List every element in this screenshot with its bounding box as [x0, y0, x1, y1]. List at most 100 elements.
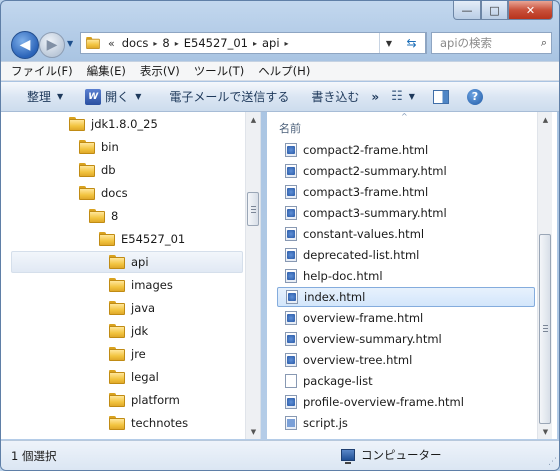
email-label: 電子メールで送信する [169, 90, 290, 104]
tree-item[interactable]: db [79, 159, 116, 181]
file-name: compact3-frame.html [303, 185, 429, 199]
tree-item[interactable]: platform [109, 389, 180, 411]
html-file-icon [285, 248, 297, 262]
scroll-thumb[interactable] [539, 234, 551, 424]
resize-grip-icon[interactable]: ⋰ [548, 457, 557, 467]
file-list-item[interactable]: compact3-frame.html [277, 182, 535, 202]
tree-item[interactable]: jre [109, 343, 146, 365]
open-button[interactable]: W 開く ▼ [85, 88, 141, 105]
navigation-pane: jdk1.8.0_25bin db docs 8 E54527_01 api images j… [1, 112, 261, 439]
close-button[interactable]: ✕ [508, 1, 553, 20]
help-icon: ? [466, 88, 483, 105]
file-list-scrollbar[interactable]: ▲ ▼ [537, 112, 552, 439]
file-list-item[interactable]: script.js [277, 413, 535, 433]
breadcrumb-item[interactable]: 8 [158, 36, 173, 50]
tree-item[interactable]: E54527_01 [99, 228, 185, 250]
menu-view[interactable]: 表示(V) [140, 63, 180, 79]
html-file-icon [285, 311, 297, 325]
minimize-button[interactable]: — [453, 1, 481, 20]
file-name: help-doc.html [303, 269, 383, 283]
tree-item-label: jre [131, 347, 146, 361]
chevron-down-icon: ▼ [135, 92, 142, 101]
tree-item[interactable]: bin [79, 136, 119, 158]
burn-button[interactable]: 書き込む [311, 88, 359, 105]
search-icon[interactable]: ⌕ [541, 36, 547, 50]
file-name: index.html [304, 290, 366, 304]
html-file-icon [285, 164, 297, 178]
file-list-item[interactable]: overview-frame.html [277, 308, 535, 328]
tree-item[interactable]: docs [79, 182, 128, 204]
breadcrumb-overflow[interactable]: « [105, 37, 118, 50]
scroll-up-arrow[interactable]: ▲ [246, 112, 260, 127]
scroll-up-arrow[interactable]: ▲ [538, 112, 553, 127]
help-button[interactable]: ? [466, 88, 483, 105]
file-list-item[interactable]: overview-tree.html [277, 350, 535, 370]
recent-pages-dropdown[interactable]: ▼ [67, 39, 73, 48]
file-name: deprecated-list.html [303, 248, 420, 262]
tree-item[interactable]: 8 [89, 205, 118, 227]
file-list-item[interactable]: package-list [277, 371, 535, 391]
tree-item[interactable]: jdk1.8.0_25 [69, 113, 158, 135]
folder-icon [109, 347, 125, 361]
menu-tools[interactable]: ツール(T) [194, 63, 245, 79]
organize-button[interactable]: 整理 ▼ [27, 88, 63, 105]
file-list-item[interactable]: overview-summary.html [277, 329, 535, 349]
file-list-item[interactable]: help-doc.html [277, 266, 535, 286]
column-header-name[interactable]: 名前 [267, 112, 542, 140]
menu-edit[interactable]: 編集(E) [87, 63, 126, 79]
tree-item[interactable]: images [109, 274, 173, 296]
file-list-item[interactable]: compact2-frame.html [277, 140, 535, 160]
search-placeholder: apiの検索 [440, 36, 493, 50]
location-label: コンピューター [361, 448, 442, 462]
breadcrumb-item[interactable]: E54527_01 [180, 36, 252, 50]
scroll-down-arrow[interactable]: ▼ [538, 424, 553, 439]
column-header-label: 名前 [279, 122, 301, 135]
breadcrumb-separator[interactable]: ▸ [284, 39, 290, 48]
more-commands-button[interactable]: » [371, 90, 379, 104]
scroll-thumb[interactable] [247, 192, 259, 226]
address-bar[interactable]: « docs ▸ 8 ▸ E54527_01 ▸ api ▸ ▼ [80, 32, 427, 54]
script-file-icon [285, 416, 297, 430]
file-name: compact2-frame.html [303, 143, 429, 157]
preview-pane-button[interactable] [432, 89, 449, 104]
file-list-item[interactable]: compact2-summary.html [277, 161, 535, 181]
maximize-button[interactable]: □ [481, 1, 508, 20]
html-file-icon [286, 290, 298, 304]
html-file-icon [285, 143, 297, 157]
tree-item-label: technotes [131, 416, 189, 430]
search-box[interactable]: apiの検索 ⌕ [431, 32, 552, 54]
breadcrumb-item[interactable]: docs [118, 36, 153, 50]
tree-item-label: bin [101, 140, 119, 154]
computer-icon [341, 449, 355, 464]
html-file-icon [285, 206, 297, 220]
file-list-item[interactable]: index.html [277, 287, 535, 307]
tree-item-label: images [131, 278, 173, 292]
forward-button[interactable]: ▶ [39, 32, 65, 58]
tree-item[interactable]: legal [109, 366, 159, 388]
file-list-item[interactable]: profile-overview-frame.html [277, 392, 535, 412]
file-name: profile-overview-frame.html [303, 395, 464, 409]
file-list-item[interactable]: compact3-summary.html [277, 203, 535, 223]
breadcrumb-item[interactable]: api [258, 36, 284, 50]
file-list-item[interactable]: deprecated-list.html [277, 245, 535, 265]
email-button[interactable]: 電子メールで送信する [169, 88, 289, 105]
tree-item[interactable]: technotes [109, 412, 188, 434]
address-dropdown-button[interactable]: ▼ [379, 33, 398, 53]
tree-item[interactable]: java [109, 297, 155, 319]
scroll-down-arrow[interactable]: ▼ [246, 424, 260, 439]
menu-help[interactable]: ヘルプ(H) [258, 63, 310, 79]
change-view-button[interactable]: ☷ ▼ [391, 89, 415, 104]
file-name: compact2-summary.html [303, 164, 447, 178]
tree-item-label: db [101, 163, 116, 177]
html-file-icon [285, 269, 297, 283]
folder-icon [109, 301, 125, 315]
file-name: overview-tree.html [303, 353, 413, 367]
tree-item[interactable]: api [109, 251, 149, 273]
file-list-item[interactable]: constant-values.html [277, 224, 535, 244]
back-button[interactable]: ◀ [11, 31, 39, 59]
folder-icon [79, 163, 95, 177]
refresh-button[interactable]: ⇆ [398, 32, 426, 54]
tree-item[interactable]: jdk [109, 320, 148, 342]
menu-file[interactable]: ファイル(F) [11, 63, 73, 79]
navigation-scrollbar[interactable]: ▲ ▼ [245, 112, 260, 439]
